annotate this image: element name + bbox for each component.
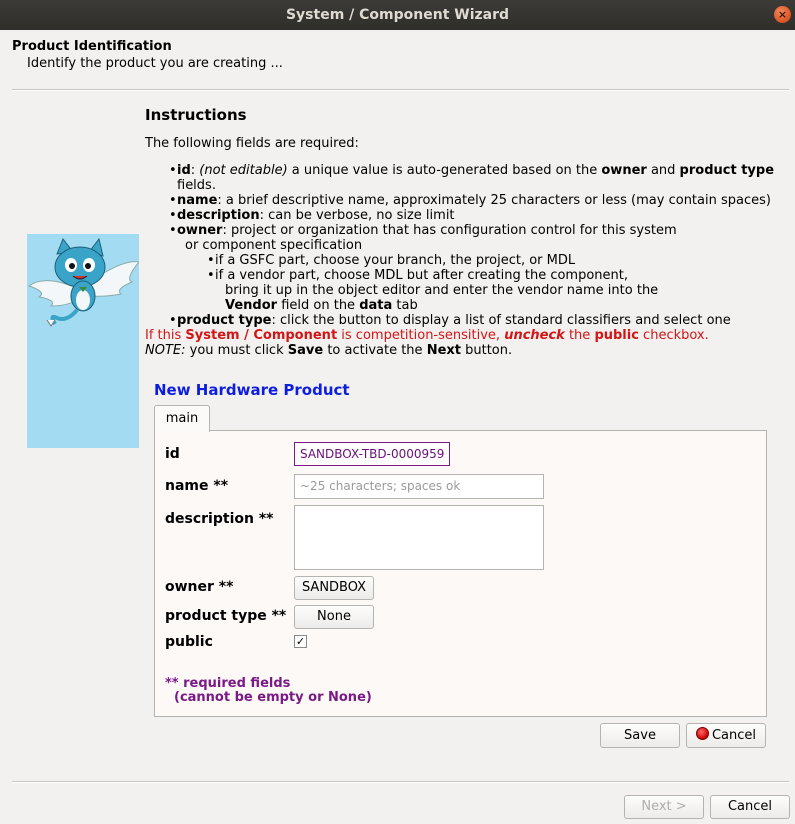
wizard-cancel-button[interactable]: Cancel	[710, 795, 790, 819]
form-title: New Hardware Product	[154, 381, 350, 399]
header-divider	[12, 89, 789, 91]
description-textarea[interactable]	[294, 505, 544, 570]
instructions-heading: Instructions	[145, 106, 247, 124]
instruction-vendor-cont: bring it up in the object editor and ent…	[225, 283, 659, 298]
instruction-item-owner: owner: project or organization that has …	[169, 223, 785, 238]
instructions-intro: The following fields are required:	[145, 136, 359, 151]
owner-label: owner **	[165, 579, 234, 595]
required-fields-note: ** required fields (cannot be empty or N…	[165, 676, 372, 705]
page-subtitle: Identify the product you are creating ..…	[27, 56, 283, 71]
name-input[interactable]: ~25 characters; spaces ok	[294, 474, 544, 499]
wizard-header: Product Identification Identify the prod…	[12, 39, 792, 71]
close-window-button[interactable]: ×	[774, 6, 791, 23]
instruction-vendor-cont2: Vendor field on the data tab	[225, 298, 418, 313]
product-type-label: product type **	[165, 608, 287, 624]
id-field: SANDBOX-TBD-0000959	[294, 442, 450, 466]
instruction-owner-cont: or component specification	[185, 238, 363, 253]
instruction-item-name: name: a brief descriptive name, approxim…	[169, 193, 785, 208]
competition-warning: If this System / Component is competitio…	[145, 328, 709, 343]
window-title: System / Component Wizard	[285, 7, 510, 23]
product-type-button[interactable]: None	[294, 605, 374, 629]
form-cancel-button[interactable]: Cancel	[686, 723, 766, 748]
owner-button[interactable]: SANDBOX	[294, 576, 374, 600]
footer-divider	[12, 781, 789, 783]
save-button[interactable]: Save	[600, 723, 680, 748]
public-label: public	[165, 634, 213, 650]
instruction-item-gsfc: if a GSFC part, choose your branch, the …	[207, 253, 785, 268]
mascot-image	[27, 234, 140, 448]
instruction-item-vendor: if a vendor part, choose MDL but after c…	[207, 268, 785, 283]
save-note: NOTE: you must click Save to activate th…	[145, 343, 513, 358]
instruction-item-product-type: product type: click the button to displa…	[169, 313, 785, 328]
cancel-icon	[695, 727, 709, 740]
next-button[interactable]: Next >	[624, 795, 704, 819]
public-checkbox[interactable]: ✓	[294, 635, 307, 648]
name-label: name **	[165, 478, 229, 494]
instructions-panel: Instructions The following fields are re…	[145, 106, 785, 358]
instruction-item-id: id: (not editable) a unique value is aut…	[169, 163, 785, 193]
tab-main[interactable]: main	[154, 405, 210, 432]
page-title: Product Identification	[12, 39, 172, 54]
window-titlebar: System / Component Wizard ×	[0, 0, 795, 30]
instruction-item-description: description: can be verbose, no size lim…	[169, 208, 785, 223]
id-label: id	[165, 446, 180, 462]
description-label: description **	[165, 511, 274, 527]
